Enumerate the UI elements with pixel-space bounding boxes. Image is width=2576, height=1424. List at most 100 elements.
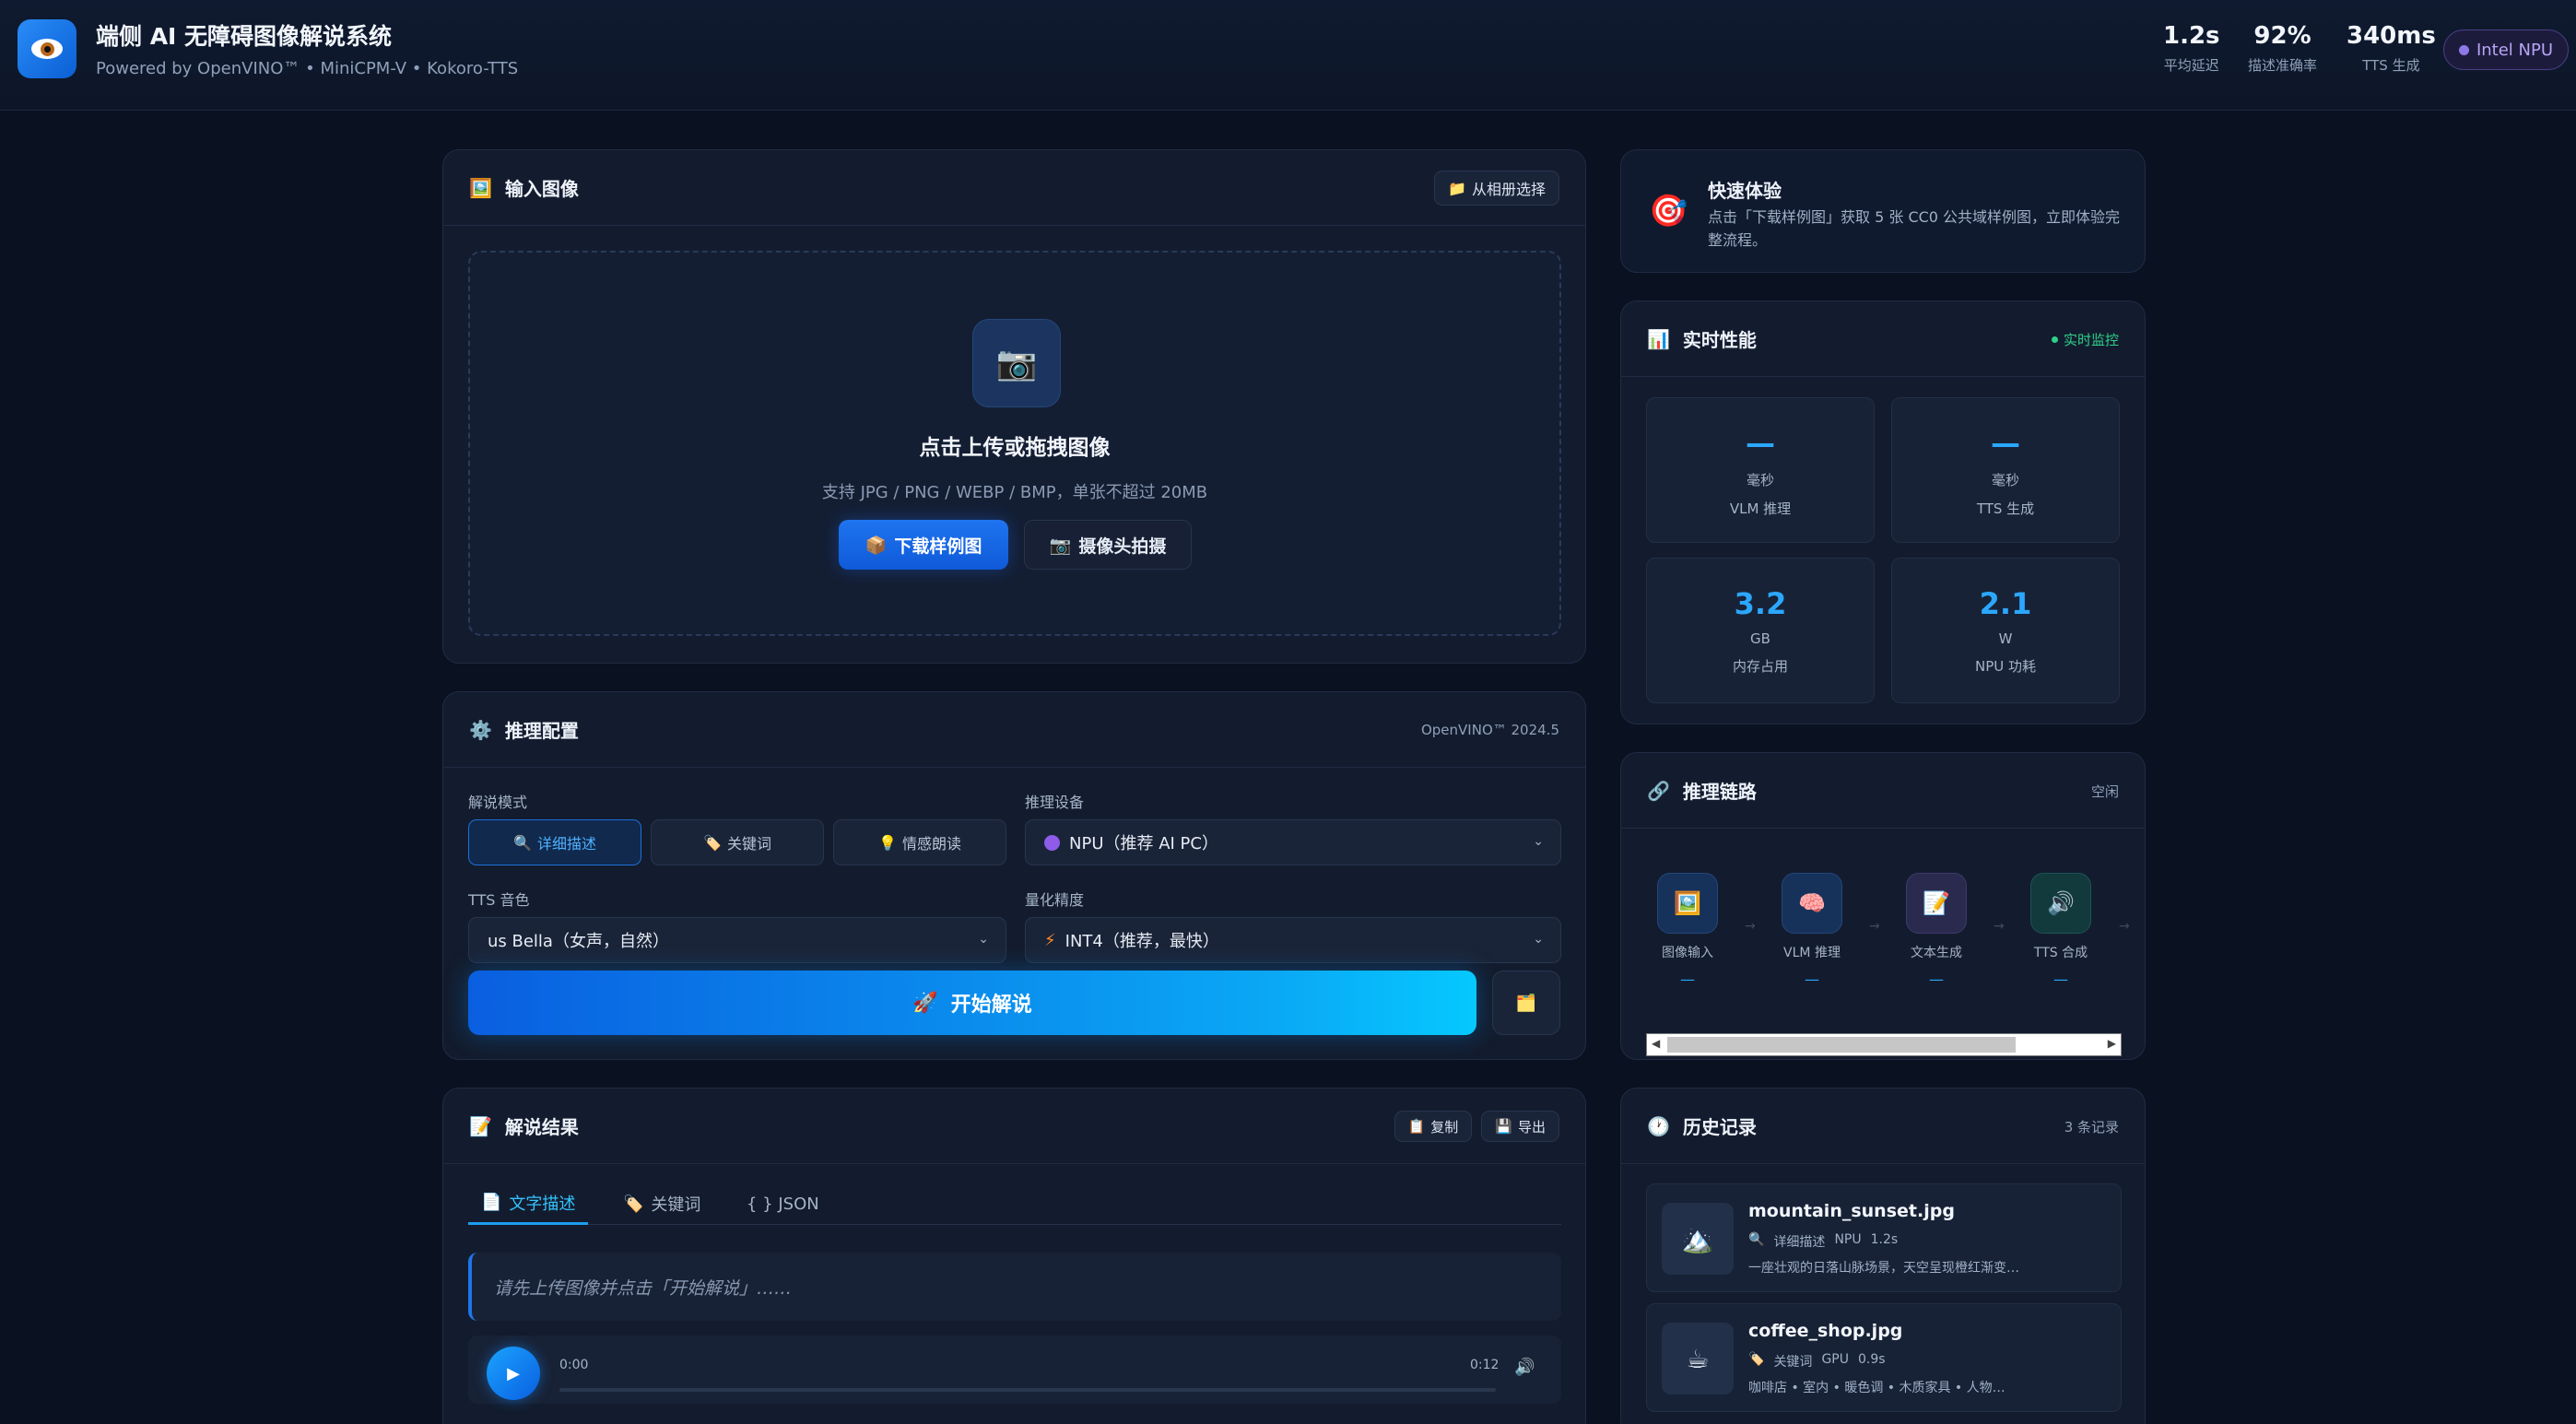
volume-icon[interactable]: 🔊 <box>1514 1358 1535 1377</box>
device-badge: Intel NPU <box>2443 29 2569 70</box>
metric-unit: 毫秒 <box>1746 472 1774 488</box>
tab-json[interactable]: { } JSON <box>734 1183 832 1225</box>
camera-small-icon: 📷 <box>1049 535 1072 556</box>
device-badge-label: Intel NPU <box>2476 40 2554 60</box>
node-value: — <box>1929 971 1944 988</box>
arrow-right-icon: → <box>1869 919 1880 934</box>
start-narration-button[interactable]: 🚀 开始解说 <box>468 971 1476 1035</box>
mountain-icon: 🏔️ <box>1662 1203 1734 1275</box>
link-icon: 🔗 <box>1647 779 1670 802</box>
history-count: 3 条记录 <box>2064 1118 2119 1136</box>
pipeline-node-input: 🖼️ 图像输入 — <box>1646 873 1729 988</box>
node-value: — <box>1680 971 1695 988</box>
scroll-right-icon[interactable]: ▶ <box>2108 1037 2116 1050</box>
mode-option-label: 情感朗读 <box>901 835 961 853</box>
folder-icon: 📁 <box>1448 179 1466 197</box>
upload-dropzone[interactable]: 📷 点击上传或拖拽图像 支持 JPG / PNG / WEBP / BMP，单张… <box>468 251 1561 636</box>
quant-label: 量化精度 <box>1025 891 1085 909</box>
node-label: TTS 合成 <box>2033 946 2088 960</box>
live-dot-icon <box>2051 335 2058 343</box>
stat-label: TTS 生成 <box>2362 57 2420 74</box>
dropzone-title: 点击上传或拖拽图像 <box>919 436 1111 460</box>
mode-label: 解说模式 <box>468 794 528 811</box>
metric-value: 2.1 <box>1979 586 2032 621</box>
history-desc: 咖啡店 • 室内 • 暖色调 • 木质家具 • 人物… <box>1748 1381 2006 1395</box>
pipeline-card: 🔗 推理链路 空闲 🖼️ 图像输入 — → 🧠 VLM 推理 — → 📝 文本生… <box>1620 752 2146 1060</box>
speaker-icon: 🔊 <box>2030 873 2091 934</box>
history-item[interactable]: ☕ coffee_shop.jpg 🏷️ 关键词 GPU 0.9s 咖啡店 • … <box>1646 1303 2122 1412</box>
card-title: 实时性能 <box>1682 329 1757 351</box>
quant-select-value: INT4（推荐，最快） <box>1065 932 1219 951</box>
album-select-button[interactable]: 📁 从相册选择 <box>1434 171 1559 206</box>
stat-tts: 340ms TTS 生成 <box>2347 22 2436 75</box>
rocket-icon: 🚀 <box>912 991 938 1015</box>
copy-label: 复制 <box>1430 1118 1459 1136</box>
tag-icon: 🏷️ <box>1748 1352 1765 1367</box>
tab-text[interactable]: 📄 文字描述 <box>468 1183 589 1225</box>
app-title: 端侧 AI 无障碍图像解说系统 <box>96 23 393 50</box>
download-samples-button[interactable]: 📦 下载样例图 <box>839 520 1008 570</box>
voice-label: TTS 音色 <box>468 891 530 909</box>
metric-memory: 3.2 GB 内存占用 <box>1646 558 1875 703</box>
audio-progress-track[interactable] <box>559 1388 1496 1392</box>
app-header: 端侧 AI 无障碍图像解说系统 Powered by OpenVINO™ • M… <box>0 0 2576 111</box>
tag-icon: 🏷️ <box>703 833 722 852</box>
export-button[interactable]: 💾 导出 <box>1481 1111 1559 1142</box>
batch-icon-button[interactable]: 🗂️ <box>1492 971 1560 1035</box>
metric-power: 2.1 W NPU 功耗 <box>1891 558 2120 703</box>
mode-emotion-button[interactable]: 💡 情感朗读 <box>833 819 1006 865</box>
scroll-left-icon[interactable]: ◀ <box>1652 1037 1660 1050</box>
lightbulb-icon: 💡 <box>878 833 897 852</box>
metric-label: TTS 生成 <box>1976 500 2035 517</box>
copy-button[interactable]: 📋 复制 <box>1394 1111 1473 1142</box>
card-title: 历史记录 <box>1682 1116 1757 1138</box>
history-desc: 一座壮观的日落山脉场景，天空呈现橙红渐变… <box>1748 1261 2019 1276</box>
tab-keywords[interactable]: 🏷️ 关键词 <box>610 1183 713 1225</box>
inference-config-card: ⚙️ 推理配置 OpenVINO™ 2024.5 解说模式 🔍 详细描述 🏷️ … <box>442 691 1586 1060</box>
gear-icon: ⚙️ <box>469 718 492 741</box>
metric-tts: — 毫秒 TTS 生成 <box>1891 397 2120 543</box>
image-icon: 🖼️ <box>1657 873 1718 934</box>
result-card: 📝 解说结果 📋 复制 💾 导出 📄 文字描述 🏷️ 关键词 { } JSON … <box>442 1088 1586 1424</box>
pipeline-scrollbar[interactable]: ◀ ▶ <box>1646 1033 2122 1056</box>
tag-icon: 🏷️ <box>623 1194 644 1214</box>
history-filename: mountain_sunset.jpg <box>1748 1201 1955 1221</box>
card-title: 推理链路 <box>1682 781 1757 803</box>
card-title: 解说结果 <box>504 1116 579 1138</box>
brain-icon: 🧠 <box>1782 873 1842 934</box>
result-tabs: 📄 文字描述 🏷️ 关键词 { } JSON <box>468 1183 1561 1225</box>
card-header: 📊 实时性能 实时监控 <box>1621 301 2145 377</box>
play-button[interactable]: ▶ <box>487 1347 540 1400</box>
start-narration-label: 开始解说 <box>950 994 1032 1017</box>
play-icon: ▶ <box>507 1363 520 1383</box>
stat-label: 平均延迟 <box>2163 57 2219 74</box>
camera-capture-button[interactable]: 📷 摄像头拍摄 <box>1024 520 1192 570</box>
device-select[interactable]: NPU（推荐 AI PC） ⌄ <box>1025 819 1561 865</box>
camera-capture-label: 摄像头拍摄 <box>1078 535 1167 557</box>
voice-select[interactable]: us Bella（女声，自然） ⌄ <box>468 917 1006 963</box>
performance-card: 📊 实时性能 实时监控 — 毫秒 VLM 推理 — 毫秒 TTS 生成 3.2 … <box>1620 300 2146 724</box>
card-header: ⚙️ 推理配置 OpenVINO™ 2024.5 <box>443 692 1585 768</box>
clipboard-icon: 📋 <box>1407 1118 1426 1135</box>
scroll-thumb[interactable] <box>1667 1037 2016 1053</box>
metric-label: NPU 功耗 <box>1974 658 2036 675</box>
history-item[interactable]: 🏔️ mountain_sunset.jpg 🔍 详细描述 NPU 1.2s 一… <box>1646 1183 2122 1292</box>
stat-latency: 1.2s 平均延迟 <box>2163 22 2220 75</box>
mode-keywords-button[interactable]: 🏷️ 关键词 <box>651 819 824 865</box>
mode-detailed-button[interactable]: 🔍 详细描述 <box>468 819 641 865</box>
quant-select[interactable]: ⚡ INT4（推荐，最快） ⌄ <box>1025 917 1561 963</box>
result-placeholder: 请先上传图像并点击「开始解说」…… <box>468 1253 1561 1321</box>
device-select-value: NPU（推荐 AI PC） <box>1069 834 1218 853</box>
pipeline-node-text: 📝 文本生成 — <box>1895 873 1978 988</box>
metric-value: — <box>1991 426 2020 461</box>
history-filename: coffee_shop.jpg <box>1748 1321 1903 1341</box>
card-header: 📝 解说结果 📋 复制 💾 导出 <box>443 1089 1585 1164</box>
history-card: 🕐 历史记录 3 条记录 🏔️ mountain_sunset.jpg 🔍 详细… <box>1620 1088 2146 1424</box>
memo-icon: 📝 <box>469 1114 492 1137</box>
metric-label: VLM 推理 <box>1729 500 1792 517</box>
stat-value: 340ms <box>2347 22 2436 50</box>
metric-unit: W <box>1998 630 2013 647</box>
arrow-right-icon: → <box>1745 919 1756 934</box>
history-time: 1.2s <box>1870 1232 1899 1247</box>
metric-vlm: — 毫秒 VLM 推理 <box>1646 397 1875 543</box>
